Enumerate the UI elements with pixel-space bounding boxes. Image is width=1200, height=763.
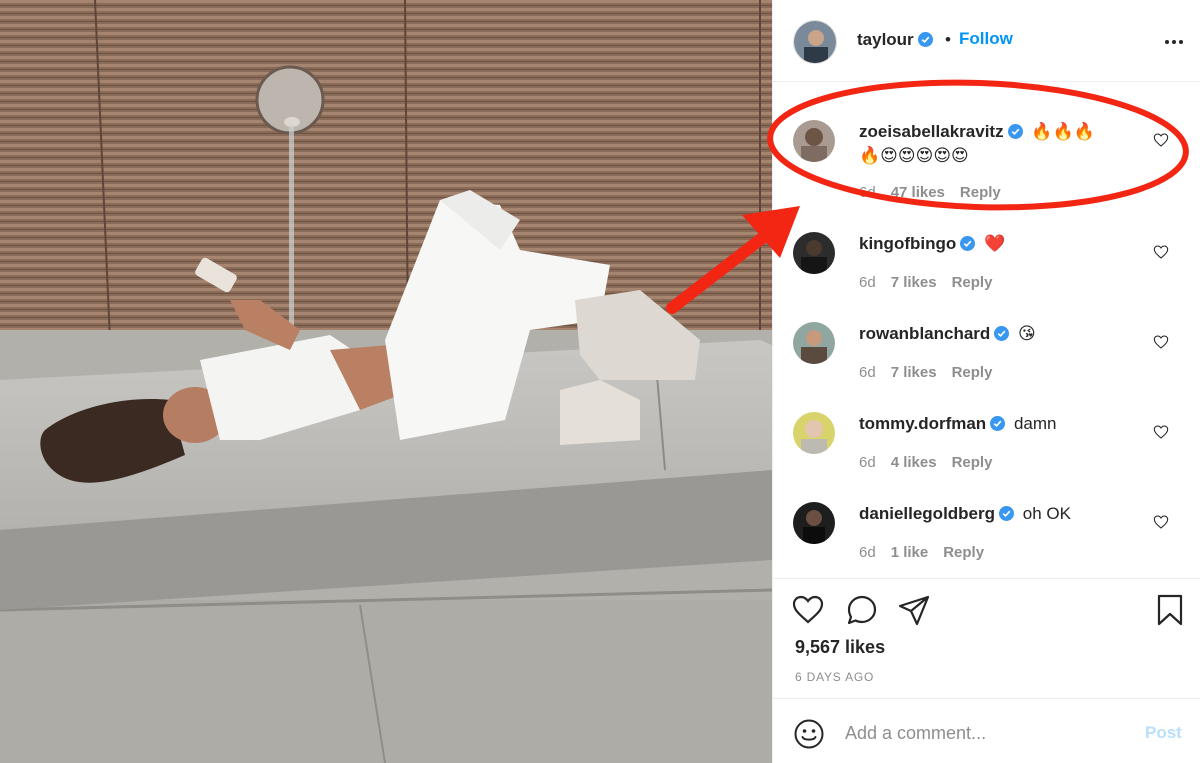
verified-badge-icon [917, 32, 933, 47]
commenter-avatar[interactable] [793, 502, 835, 544]
comment-likes[interactable]: 7 likes [891, 364, 937, 381]
follow-button[interactable]: Follow [959, 29, 1013, 49]
comment-text: damn [1013, 414, 1057, 433]
commenter-username[interactable]: kingofbingo ❤️ [859, 234, 1005, 254]
commenter-avatar[interactable] [793, 232, 835, 274]
comment-text: 🔥🔥🔥 [1031, 122, 1095, 141]
post-side-panel: taylour • Follow zoeisabellakravitz 🔥🔥🔥 … [772, 0, 1200, 763]
comment-text: ❤️ [984, 234, 1006, 253]
share-paper-plane-icon[interactable] [897, 593, 931, 627]
comment-meta: 6d 4 likes Reply [859, 454, 1007, 471]
reply-button[interactable]: Reply [943, 544, 984, 561]
reply-button[interactable]: Reply [952, 454, 993, 471]
post-actions: 9,567 likes 6 DAYS AGO [773, 578, 1200, 698]
commenter-avatar[interactable] [793, 120, 835, 162]
reply-button[interactable]: Reply [960, 184, 1001, 201]
commenter-username[interactable]: daniellegoldberg oh OK [859, 504, 1071, 524]
reply-button[interactable]: Reply [952, 364, 993, 381]
comment-likes[interactable]: 7 likes [891, 274, 937, 291]
post-photo[interactable] [0, 0, 772, 763]
commenter-avatar[interactable] [793, 322, 835, 364]
comment-likes[interactable]: 47 likes [891, 184, 945, 201]
comment-meta: 6d 7 likes Reply [859, 274, 1007, 291]
verified-badge-icon [960, 236, 976, 251]
comment-text: oh OK [1022, 504, 1071, 523]
comment-bubble-icon[interactable] [845, 593, 879, 627]
commenter-username[interactable]: tommy.dorfman damn [859, 414, 1056, 434]
comment-input[interactable] [845, 719, 1125, 747]
comment-time: 6d [859, 184, 876, 201]
verified-badge-icon [990, 416, 1006, 431]
post-header: taylour • Follow [773, 0, 1200, 82]
heart-icon[interactable] [1153, 132, 1169, 148]
comment-meta: 6d 7 likes Reply [859, 364, 1007, 381]
verified-badge-icon [994, 326, 1010, 341]
heart-icon[interactable] [1153, 424, 1169, 440]
post-comment-button[interactable]: Post [1145, 723, 1182, 743]
post-image [0, 0, 772, 763]
commenter-username[interactable]: zoeisabellakravitz 🔥🔥🔥 [859, 122, 1095, 142]
like-heart-icon[interactable] [791, 593, 825, 627]
heart-icon[interactable] [1153, 244, 1169, 260]
heart-icon[interactable] [1153, 334, 1169, 350]
emoji-smile-icon[interactable] [793, 718, 825, 750]
add-comment-bar: Post [773, 698, 1200, 763]
comment-text: 😘 [1018, 324, 1036, 343]
commenter-avatar[interactable] [793, 412, 835, 454]
comment-meta: 6d 47 likes Reply [859, 184, 1016, 201]
comment-likes[interactable]: 4 likes [891, 454, 937, 471]
bookmark-icon[interactable] [1153, 593, 1187, 627]
comment-meta: 6d 1 like Reply [859, 544, 999, 561]
comment-time: 6d [859, 274, 876, 291]
comment-time: 6d [859, 544, 876, 561]
header-separator: • [945, 30, 951, 49]
commenter-username[interactable]: rowanblanchard 😘 [859, 324, 1036, 344]
comment-time: 6d [859, 364, 876, 381]
verified-badge-icon [1007, 124, 1023, 139]
more-dots-icon[interactable] [1163, 34, 1185, 50]
comment-time: 6d [859, 454, 876, 471]
comment-likes[interactable]: 1 like [891, 544, 929, 561]
post-timestamp: 6 DAYS AGO [795, 670, 875, 684]
reply-button[interactable]: Reply [952, 274, 993, 291]
author-username[interactable]: taylour [857, 30, 933, 50]
verified-badge-icon [999, 506, 1015, 521]
comment-text-continued: 🔥😍😍😍😍😍 [859, 146, 969, 165]
author-avatar[interactable] [793, 20, 837, 64]
heart-icon[interactable] [1153, 514, 1169, 530]
like-count[interactable]: 9,567 likes [795, 637, 885, 658]
